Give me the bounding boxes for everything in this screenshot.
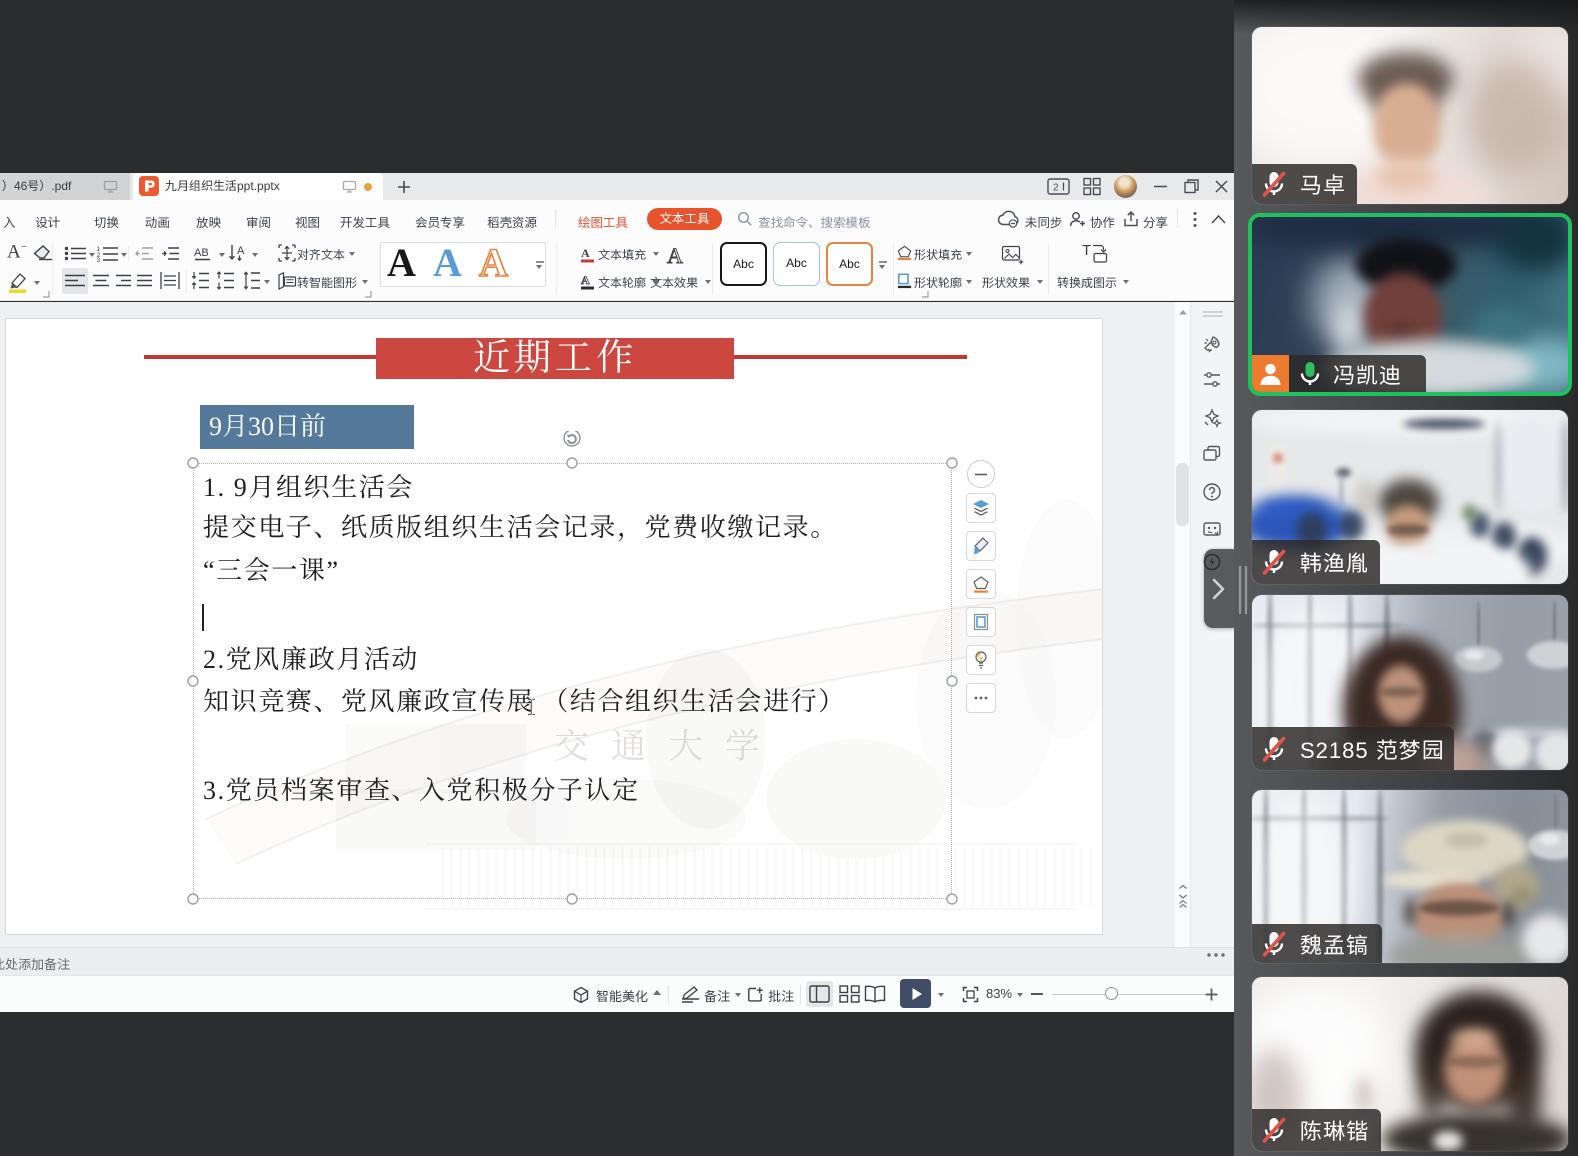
svg-text:A: A (237, 245, 245, 257)
svg-text:3: 3 (97, 257, 101, 262)
svg-text:AB: AB (194, 247, 209, 259)
svg-text:2: 2 (1053, 183, 1059, 194)
